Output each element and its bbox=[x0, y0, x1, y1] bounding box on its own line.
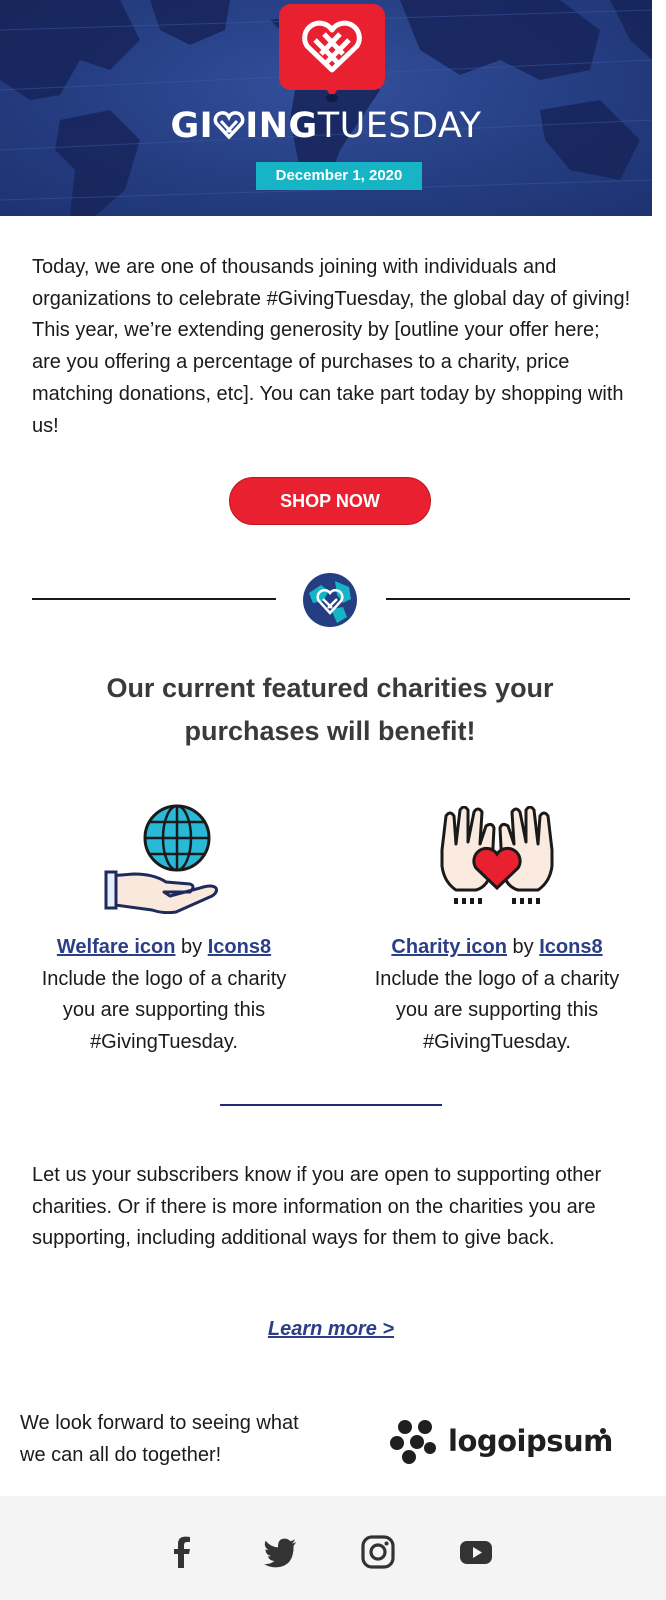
youtube-icon[interactable] bbox=[458, 1534, 494, 1570]
welfare-icon-link[interactable]: Welfare icon bbox=[57, 936, 176, 958]
icons8-link[interactable]: Icons8 bbox=[539, 936, 602, 958]
credit-by-text: by bbox=[181, 936, 203, 958]
hero-banner: GI INGTUESDAY December 1, 2020 bbox=[0, 0, 652, 216]
logo-registered-dot bbox=[600, 1428, 606, 1434]
closing-message: We look forward to seeing what we can al… bbox=[20, 1412, 299, 1466]
twitter-icon[interactable] bbox=[262, 1534, 298, 1570]
charity-credit-line: Welfare icon by Icons8 bbox=[24, 932, 304, 964]
charity-card-charity: Charity icon by Icons8 Include the logo … bbox=[357, 932, 637, 1059]
credit-by-text: by bbox=[512, 936, 534, 958]
facebook-icon[interactable] bbox=[164, 1534, 200, 1570]
heart-icon bbox=[302, 20, 362, 73]
globe-heart-icon bbox=[303, 573, 357, 627]
brand-heart-icon bbox=[213, 111, 245, 140]
brand-text-ing: ING bbox=[245, 106, 318, 146]
charity-credit-line: Charity icon by Icons8 bbox=[357, 932, 637, 964]
section-divider bbox=[220, 1104, 442, 1106]
brand-text-gi: GI bbox=[170, 106, 214, 146]
logoipsum-wordmark: logoipsum bbox=[448, 1424, 613, 1458]
charity-description: Include the logo of a charity you are su… bbox=[41, 967, 287, 1054]
charity-icon bbox=[440, 806, 554, 904]
intro-paragraph: Today, we are one of thousands joining w… bbox=[32, 256, 631, 437]
welfare-icon bbox=[104, 804, 218, 914]
divider-right bbox=[386, 598, 630, 600]
date-badge: December 1, 2020 bbox=[256, 162, 422, 190]
instagram-icon[interactable] bbox=[360, 1534, 396, 1570]
outro-paragraph: Let us your subscribers know if you are … bbox=[32, 1164, 602, 1250]
learn-more-link[interactable]: Learn more > bbox=[0, 1318, 662, 1341]
logo-shadow bbox=[326, 94, 338, 102]
charity-card-welfare: Welfare icon by Icons8 Include the logo … bbox=[24, 932, 304, 1059]
charity-description: Include the logo of a charity you are su… bbox=[374, 967, 620, 1054]
divider-left bbox=[32, 598, 276, 600]
shop-now-button[interactable]: SHOP NOW bbox=[229, 477, 431, 525]
footer bbox=[0, 1496, 666, 1600]
icons8-link[interactable]: Icons8 bbox=[208, 936, 271, 958]
brand-wordmark: GI INGTUESDAY bbox=[0, 106, 652, 146]
partner-logo: logoipsum bbox=[388, 1418, 618, 1466]
logoipsum-mark-icon bbox=[390, 1420, 436, 1464]
featured-charities-heading: Our current featured charities your purc… bbox=[106, 673, 554, 746]
charity-icon-link[interactable]: Charity icon bbox=[391, 936, 507, 958]
brand-text-tuesday: TUESDAY bbox=[317, 106, 482, 146]
giving-tuesday-logo bbox=[279, 4, 385, 102]
